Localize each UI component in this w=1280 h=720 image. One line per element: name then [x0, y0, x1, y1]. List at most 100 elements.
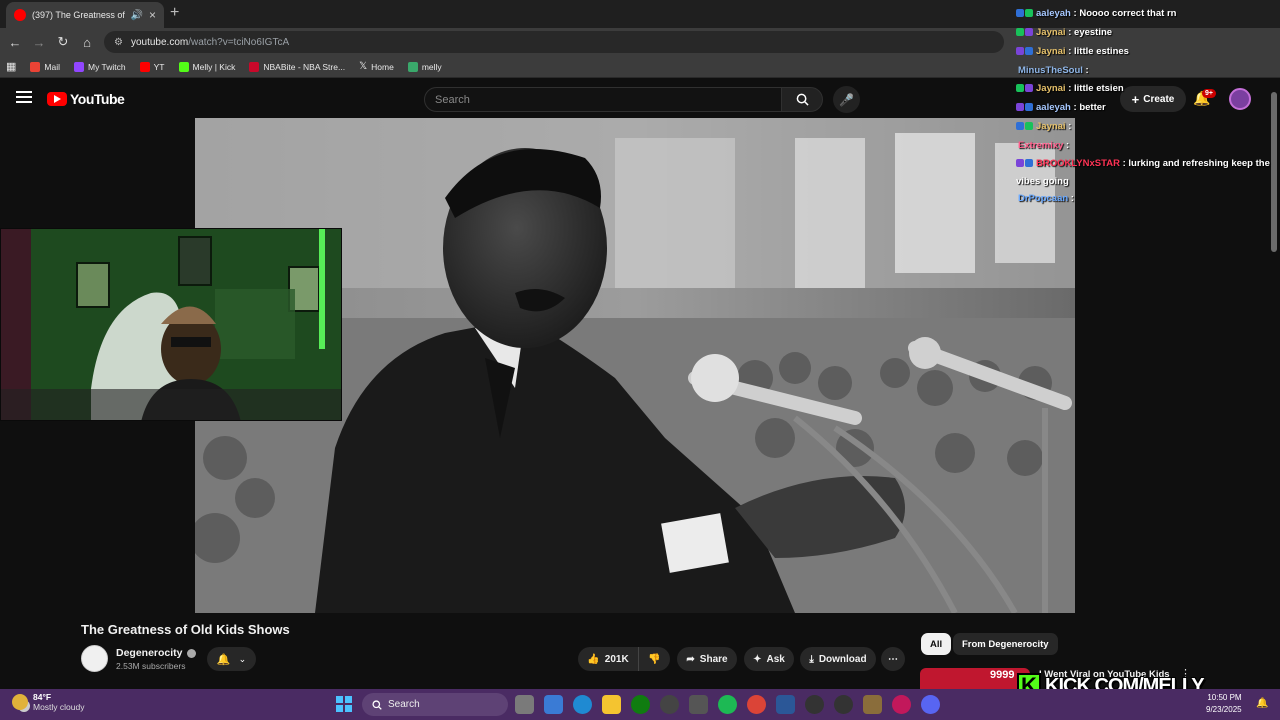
bookmark-my-twitch[interactable]: My Twitch: [74, 61, 126, 72]
bookmark-melly[interactable]: melly: [407, 61, 442, 72]
chat-badge-icon: [1016, 119, 1034, 137]
recommended-video-thumbnail[interactable]: 9999: [920, 668, 1030, 690]
chat-text: little etsien: [1074, 83, 1124, 94]
chat-username[interactable]: BROOKLYNxSTAR: [1036, 158, 1120, 169]
new-tab-plus-icon[interactable]: +: [170, 4, 179, 22]
share-button[interactable]: ➦ Share: [677, 647, 737, 671]
youtube-play-logo-icon: [47, 92, 67, 106]
speaker-icon[interactable]: 🔊: [131, 10, 143, 21]
thumbs-down-icon: 👎: [648, 653, 661, 665]
subscription-notification-button[interactable]: 🔔 ⌄: [207, 647, 256, 671]
chip-from-degenerocity[interactable]: From Degenerocity: [953, 633, 1058, 655]
search-button[interactable]: [781, 87, 823, 112]
bookmark-yt[interactable]: YT: [139, 61, 165, 72]
thumbs-up-icon: 👍: [587, 653, 600, 665]
chat-badge-icon: [1016, 100, 1034, 118]
close-icon[interactable]: ×: [149, 8, 156, 22]
chat-username[interactable]: Extremixy: [1018, 140, 1063, 151]
bookmark-melly-kick[interactable]: Melly | Kick: [178, 61, 235, 72]
download-icon: ⤓: [809, 653, 814, 665]
ask-button[interactable]: ✦ Ask: [744, 647, 794, 671]
youtube-logo[interactable]: YouTube: [47, 91, 125, 107]
chat-username[interactable]: aaleyah: [1036, 102, 1071, 113]
sparkle-icon: ✦: [753, 653, 762, 665]
chat-badge-icon: [1016, 6, 1034, 24]
taskbar-search[interactable]: Search: [362, 693, 508, 716]
weather-widget[interactable]: 84°F Mostly cloudy: [12, 692, 85, 712]
forward-arrow-icon[interactable]: →: [27, 35, 51, 50]
like-button[interactable]: 👍 201K: [578, 647, 638, 671]
browser-tab-active[interactable]: (397) The Greatness of Old Kids Shows 🔊 …: [6, 2, 164, 28]
copilot-icon[interactable]: [544, 695, 563, 714]
screen: (397) The Greatness of Old Kids Shows 🔊 …: [0, 0, 1280, 720]
tab-title: (397) The Greatness of Old Kids Shows: [32, 10, 125, 20]
chat-username[interactable]: Jaynai: [1036, 27, 1066, 38]
spotify-icon[interactable]: [718, 695, 737, 714]
video-title: The Greatness of Old Kids Shows: [81, 622, 290, 637]
back-arrow-icon[interactable]: ←: [3, 35, 27, 50]
file-explorer-icon[interactable]: [602, 695, 621, 714]
download-button[interactable]: ⤓ Download: [800, 647, 876, 671]
chat-username[interactable]: MinusTheSoul: [1018, 65, 1083, 76]
discord-icon[interactable]: [921, 695, 940, 714]
subscriber-count: 2.53M subscribers: [116, 661, 186, 671]
url-host: youtube.com: [130, 36, 189, 48]
windows-start-icon[interactable]: [336, 696, 352, 712]
chat-message: aaleyah : Noooo correct that rn: [1016, 5, 1278, 24]
dislike-button[interactable]: 👎: [638, 647, 670, 671]
system-clock[interactable]: 10:50 PM 9/23/2025: [1206, 692, 1242, 716]
webcam-feed-image: [1, 229, 341, 420]
chat-username[interactable]: DrPopcaan: [1018, 193, 1068, 204]
microphone-icon: 🎤: [839, 92, 854, 107]
youtube-icon: [139, 61, 150, 72]
bookmark-home[interactable]: 𝕏 Home: [359, 61, 394, 72]
chat-username[interactable]: Jaynai: [1036, 83, 1066, 94]
clock-date: 9/23/2025: [1206, 705, 1242, 714]
edge-icon[interactable]: [573, 695, 592, 714]
task-view-icon[interactable]: [515, 695, 534, 714]
photos-icon[interactable]: [776, 695, 795, 714]
search-icon: [796, 93, 809, 106]
chat-badge-icon: [1016, 156, 1034, 173]
channel-avatar[interactable]: [81, 645, 108, 672]
chat-username[interactable]: Jaynai: [1036, 46, 1066, 57]
twitch-icon: [74, 61, 84, 72]
windows-taskbar: 84°F Mostly cloudy Search: [0, 689, 1280, 720]
youtube-favicon-icon: [14, 9, 26, 21]
chat-badge-icon: [1016, 44, 1034, 62]
notification-center-icon[interactable]: 🔔: [1256, 698, 1268, 709]
home-icon[interactable]: ⌂: [75, 35, 99, 50]
chip-all[interactable]: All: [921, 633, 952, 655]
chat-text: better: [1079, 102, 1106, 113]
voice-search-button[interactable]: 🎤: [833, 86, 860, 113]
menu-hamburger-icon[interactable]: [16, 91, 32, 103]
thumbnail-text: 9999: [990, 669, 1015, 681]
bookmark-melly-icon: [407, 61, 418, 72]
channel-name-row[interactable]: Degenerocity: [116, 647, 196, 659]
apps-grid-icon[interactable]: ▦: [6, 60, 16, 73]
bookmark-mail[interactable]: Mail: [30, 61, 60, 72]
reload-icon[interactable]: ↻: [51, 34, 75, 50]
address-bar[interactable]: ⚙ youtube.com/watch?v=tciNo6IGTcA: [104, 31, 1004, 53]
chat-text: little estines: [1074, 46, 1129, 57]
search-input[interactable]: Search: [424, 87, 782, 112]
media-player-icon[interactable]: [805, 695, 824, 714]
bookmark-nbabite[interactable]: NBABite - NBA Stre...: [249, 61, 345, 72]
chat-username[interactable]: aaleyah: [1036, 8, 1071, 19]
arrow-app-icon[interactable]: [834, 695, 853, 714]
chat-text: Noooo correct that rn: [1079, 8, 1177, 19]
more-actions-button[interactable]: ⋯: [881, 647, 905, 671]
chat-message: Jaynai : little estines: [1016, 43, 1278, 62]
verified-check-icon: [186, 648, 196, 658]
chrome-icon[interactable]: [747, 695, 766, 714]
map-pin-icon[interactable]: [892, 695, 911, 714]
chat-badge-icon: [1016, 25, 1034, 43]
obs-icon[interactable]: [660, 695, 679, 714]
site-info-icon[interactable]: ⚙: [114, 37, 123, 48]
xbox-icon[interactable]: [631, 695, 650, 714]
nvidia-icon[interactable]: [863, 695, 882, 714]
bell-icon: 🔔: [216, 653, 231, 666]
store-icon[interactable]: [689, 695, 708, 714]
chat-message: MinusTheSoul :: [1018, 65, 1089, 76]
chat-username[interactable]: Jaynai: [1036, 121, 1066, 132]
